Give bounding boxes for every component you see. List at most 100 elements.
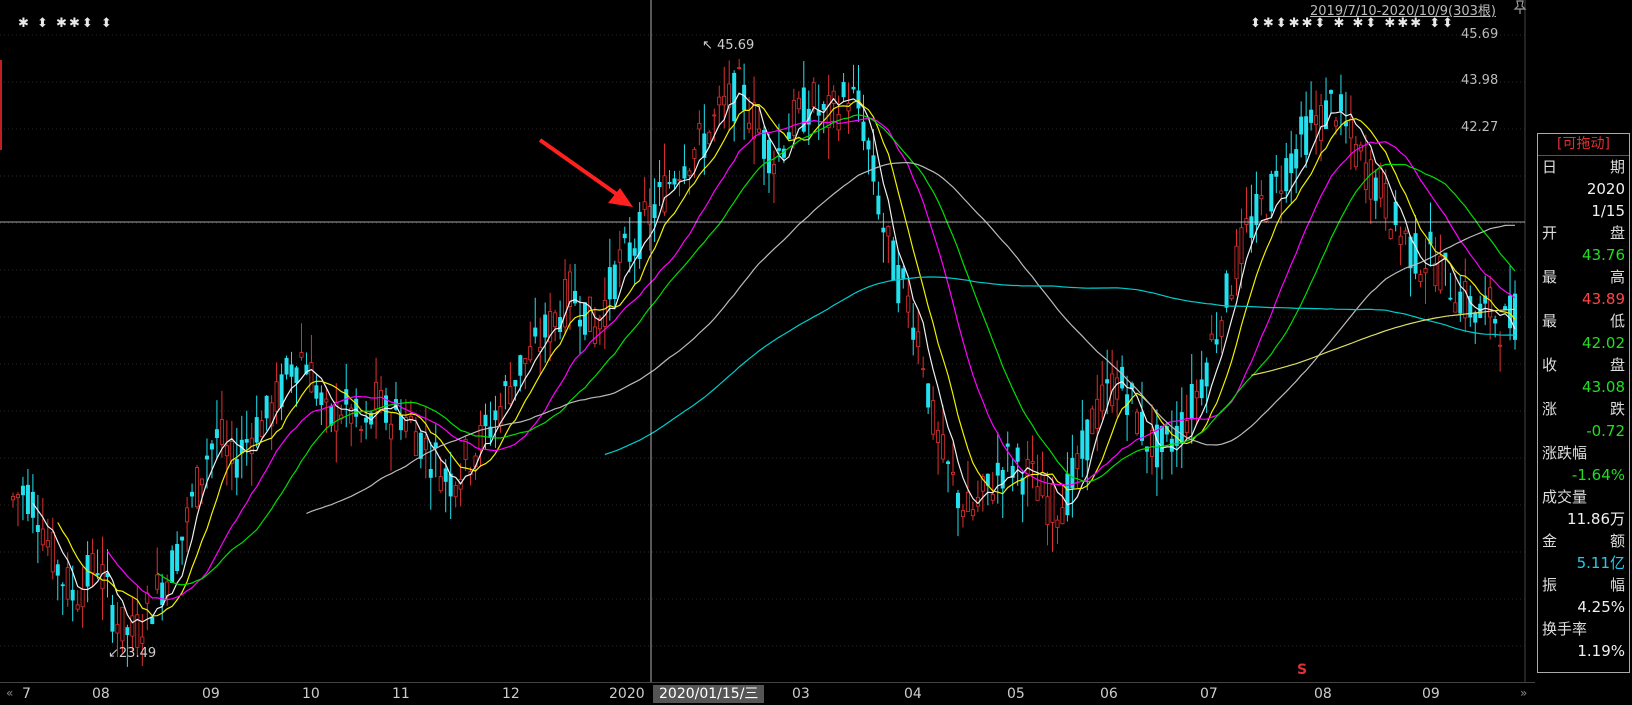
candle-body <box>990 493 995 501</box>
candle-body <box>453 485 458 498</box>
candle-body <box>493 410 498 421</box>
candle-body <box>677 179 682 181</box>
candle-body <box>941 434 946 460</box>
amplitude-label: 振幅 <box>1542 576 1625 594</box>
candle-body <box>448 473 453 497</box>
candle-body <box>1378 168 1383 199</box>
candle-body <box>841 82 846 98</box>
candle-body <box>876 195 881 215</box>
candle-body <box>1299 116 1304 135</box>
draggable-title[interactable]: [可拖动] <box>1538 134 1629 156</box>
double-right-arrow-icon[interactable]: » <box>1520 686 1527 700</box>
candle-body <box>374 381 379 410</box>
candle-body <box>35 525 40 532</box>
candle-body <box>1259 195 1264 200</box>
double-left-arrow-icon[interactable]: « <box>6 686 13 700</box>
candle-body <box>115 623 120 634</box>
candle-body <box>1184 420 1189 434</box>
candle-body <box>1239 227 1244 265</box>
candle-body <box>911 327 916 340</box>
candle-body <box>931 400 936 435</box>
candle-body <box>289 364 294 377</box>
candle-body <box>1244 218 1249 225</box>
signal-s-marker[interactable]: S <box>1297 662 1307 678</box>
candle-body <box>1015 447 1020 462</box>
candle-body <box>622 233 627 239</box>
candle-body <box>1095 398 1100 429</box>
candle-body <box>25 484 30 514</box>
ma60-line <box>306 161 1515 515</box>
candle-body <box>165 581 170 597</box>
candle-body <box>428 468 433 478</box>
candle-body <box>284 357 289 375</box>
candle-body <box>1040 472 1045 497</box>
candle-body <box>682 166 687 179</box>
candle-body <box>1453 302 1458 313</box>
candle-body <box>1030 461 1035 464</box>
candle-body <box>1149 430 1154 457</box>
candle-body <box>264 395 269 419</box>
candle-body <box>960 510 965 518</box>
candle-body <box>1199 379 1204 399</box>
candle-body <box>1423 268 1428 274</box>
candle-body <box>563 279 568 328</box>
candle-body <box>1508 295 1513 329</box>
candle-body <box>518 355 523 376</box>
change-label: 涨跌 <box>1542 400 1625 418</box>
ma20-line <box>107 117 1516 601</box>
candle-body <box>771 164 776 175</box>
pin-icon[interactable] <box>1513 0 1527 14</box>
candle-body <box>20 485 25 496</box>
candle-body <box>1179 412 1184 444</box>
candle-body <box>946 461 951 464</box>
candle-body <box>60 584 65 587</box>
candle-body <box>672 178 677 185</box>
data-window-panel[interactable]: [可拖动] 日期 2020 1/15 开盘 43.76 最高 43.89 最低 … <box>1537 133 1630 673</box>
candle-body <box>821 103 826 110</box>
candle-body <box>1433 263 1438 287</box>
candle-body <box>791 99 796 136</box>
high-label: 最高 <box>1542 268 1625 286</box>
candle-body <box>1005 443 1010 447</box>
candle-body <box>796 97 801 110</box>
candle-body <box>766 139 771 174</box>
time-axis-tick: 7 <box>22 686 31 702</box>
ma120-line <box>604 276 1516 456</box>
date-range-label[interactable]: 2019/7/10-2020/10/9(303根) <box>1310 0 1496 19</box>
volume-label: 成交量 <box>1542 488 1588 506</box>
candle-body <box>965 491 970 512</box>
candle-body <box>866 140 871 150</box>
high-value: 43.89 <box>1582 290 1625 308</box>
signal-marks-left: ✱ ⬍ ✱✱⬍ ⬍ <box>18 16 114 31</box>
candle-body <box>687 170 692 176</box>
candle-body <box>757 128 762 133</box>
candle-body <box>732 72 737 122</box>
candle-body <box>195 467 200 508</box>
candle-body <box>856 90 861 109</box>
candle-body <box>110 604 115 632</box>
candle-body <box>259 420 264 437</box>
turnover-label: 换手率 <box>1542 620 1588 638</box>
candle-body <box>10 496 15 501</box>
candle-body <box>70 589 75 601</box>
candle-body <box>1309 109 1314 123</box>
candle-body <box>1120 366 1125 389</box>
candle-body <box>1418 274 1423 282</box>
candle-body <box>1194 390 1199 399</box>
kline-chart[interactable] <box>0 0 1535 682</box>
kline-chart-area[interactable]: ✱ ⬍ ✱✱⬍ ⬍ ⬍✱⬍✱✱⬍ ✱ ✱⬍ ✱✱✱ ⬍⬍ 2019/7/10-2… <box>0 0 1535 682</box>
time-axis-tick: 11 <box>392 686 410 702</box>
candle-body <box>1169 438 1174 452</box>
candle-body <box>1338 94 1343 112</box>
candle-body <box>896 265 901 304</box>
candle-body <box>776 148 781 151</box>
candle-body <box>1363 162 1368 190</box>
time-axis-tick: 08 <box>92 686 110 702</box>
candle-body <box>503 381 508 387</box>
candle-body <box>45 540 50 548</box>
candle-body <box>120 606 125 642</box>
candle-body <box>1289 153 1294 174</box>
candle-body <box>1294 149 1299 169</box>
candle-body <box>1140 411 1145 441</box>
candle-body <box>1319 105 1324 141</box>
